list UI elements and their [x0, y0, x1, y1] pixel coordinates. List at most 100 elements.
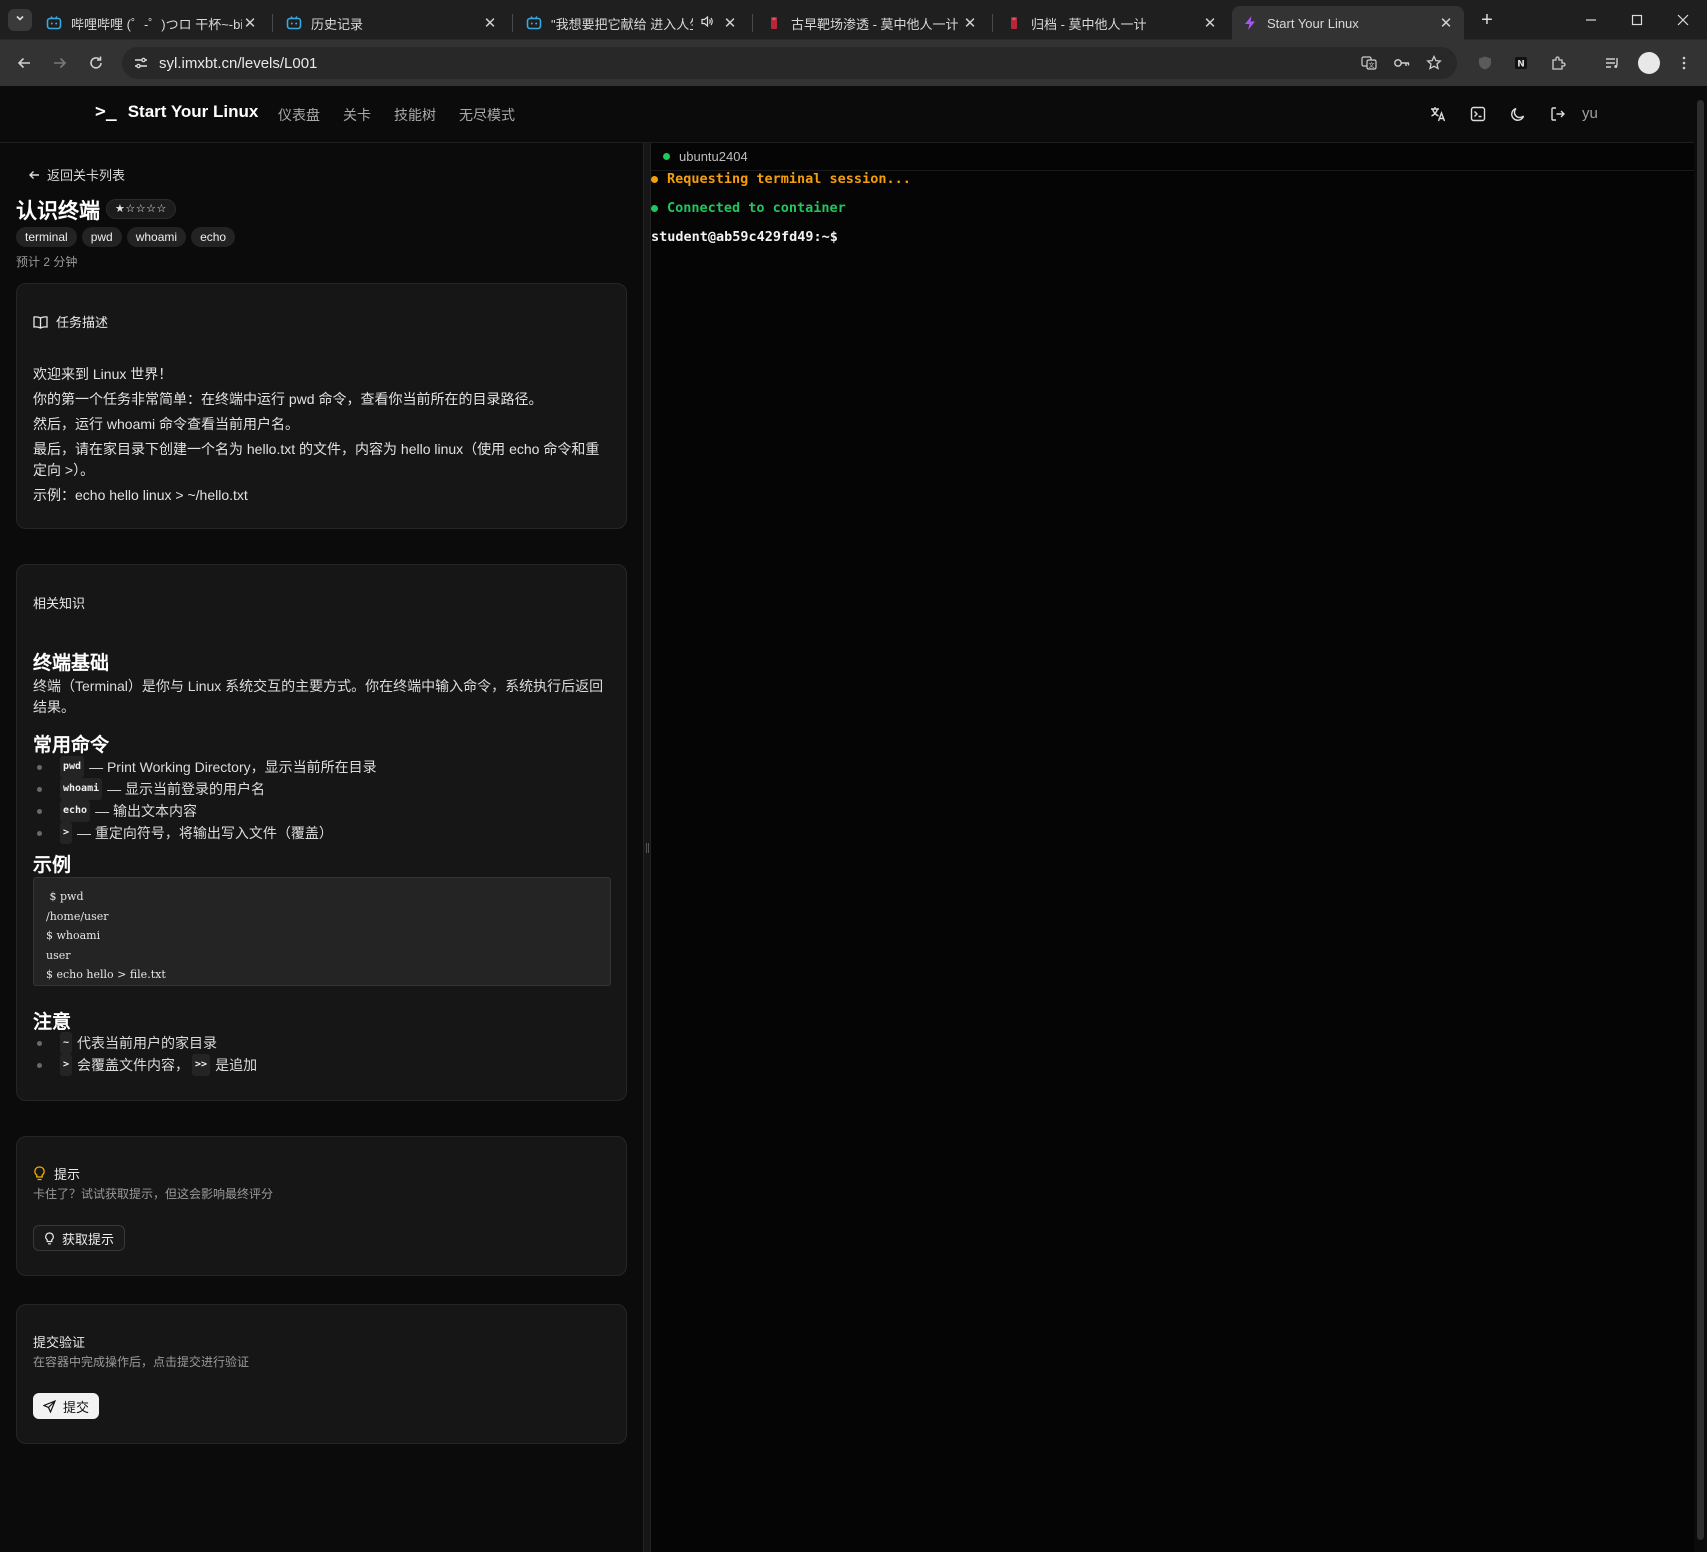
code-line: $ echo hello > file.txt: [46, 968, 166, 981]
new-tab-plus-icon[interactable]: +: [1474, 8, 1500, 34]
minimize-icon[interactable]: [1571, 6, 1611, 34]
tab-separator: [272, 14, 273, 32]
extensions-puzzle-icon[interactable]: [1548, 53, 1568, 73]
kebab-menu-icon[interactable]: [1674, 53, 1694, 73]
list-item: whoami — 显示当前登录的用户名: [37, 778, 377, 800]
browser-tab[interactable]: 哔哩哔哩 (゜-゜)つロ 干杯~-bili ✕: [36, 6, 268, 40]
status-dot-icon: [651, 175, 658, 183]
close-tab-icon[interactable]: ✕: [242, 14, 258, 32]
lightbulb-icon: [34, 1166, 45, 1181]
username[interactable]: yu: [1582, 105, 1598, 122]
page-scrollbar[interactable]: [1694, 86, 1707, 1552]
difficulty-stars: ★☆☆☆☆: [106, 199, 176, 219]
key-icon[interactable]: [1392, 53, 1412, 73]
logout-icon[interactable]: [1549, 105, 1567, 123]
command-list: pwd — Print Working Directory，显示当前所在目录 wh…: [37, 756, 377, 844]
close-window-icon[interactable]: [1663, 6, 1703, 34]
hint-card: 提示 卡住了？试试获取提示，但这会影响最终评分 获取提示: [16, 1136, 627, 1276]
section-text: 终端（Terminal）是你与 Linux 系统交互的主要方式。你在终端中输入命…: [33, 678, 604, 715]
knowledge-heading: 相关知识: [33, 596, 86, 611]
hint-heading-label: 提示: [54, 1167, 81, 1182]
get-hint-button[interactable]: 获取提示: [33, 1225, 126, 1251]
book-open-icon: [33, 315, 48, 329]
level-tags: terminal pwd whoami echo: [16, 227, 240, 247]
task-heading: 任务描述: [33, 312, 108, 331]
submit-button[interactable]: 提交: [33, 1393, 100, 1419]
nav-dashboard[interactable]: 仪表盘: [278, 105, 320, 125]
speaker-icon[interactable]: [701, 15, 714, 31]
url-text[interactable]: syl.imxbt.cn/levels/L001: [159, 55, 317, 72]
code-line: /home/user: [46, 909, 109, 923]
list-item-text: — Print Working Directory，显示当前所在目录: [89, 759, 377, 775]
tab-separator: [512, 14, 513, 32]
tab-title: 归档 - 莫中他人一计: [1031, 16, 1147, 32]
example-code-block: $ pwd /home/user $ whoami user $ echo he…: [33, 877, 611, 986]
list-item-text: 代表当前用户的家目录: [77, 1035, 218, 1051]
svg-text:N: N: [1517, 60, 1525, 70]
task-heading-label: 任务描述: [56, 315, 109, 330]
knowledge-card: 相关知识 终端基础 终端（Terminal）是你与 Linux 系统交互的主要方…: [16, 564, 627, 1101]
bolt-icon: [1242, 15, 1258, 31]
nav-skill-tree[interactable]: 技能树: [394, 105, 436, 125]
tab-title: Start Your Linux: [1267, 15, 1359, 31]
terminal-output-line: Connected to container: [651, 200, 846, 216]
list-item: ~ 代表当前用户的家目录: [37, 1032, 257, 1054]
nav-endless-mode[interactable]: 无尽模式: [459, 105, 515, 125]
extension-shield-icon[interactable]: [1475, 53, 1495, 73]
submit-subtitle: 在容器中完成操作后，点击提交进行验证: [33, 1355, 250, 1369]
inline-code: ~: [60, 1032, 73, 1054]
hint-subtitle: 卡住了？试试获取提示，但这会影响最终评分: [33, 1187, 274, 1201]
app-header: >_ Start Your Linux 仪表盘 关卡 技能树 无尽模式 yu: [0, 86, 1694, 143]
task-line: 最后，请在家目录下创建一个名为 hello.txt 的文件，内容为 hello …: [33, 441, 600, 478]
reload-icon[interactable]: [84, 51, 108, 75]
terminal-window-icon[interactable]: [1469, 105, 1487, 123]
get-hint-label: 获取提示: [62, 1231, 115, 1247]
task-line: 你的第一个任务非常简单：在终端中运行 pwd 命令，查看你当前所在的目录路径。: [33, 391, 543, 407]
nav-levels[interactable]: 关卡: [343, 105, 371, 125]
media-queue-icon[interactable]: [1602, 53, 1622, 73]
close-tab-icon[interactable]: ✕: [962, 14, 978, 32]
address-bar[interactable]: syl.imxbt.cn/levels/L001 文: [122, 47, 1457, 79]
moon-icon[interactable]: [1509, 105, 1527, 123]
inline-code: >: [60, 822, 73, 844]
browser-tab[interactable]: 归档 - 莫中他人一计 ✕: [996, 6, 1228, 40]
bilibili-icon: [526, 15, 542, 31]
tab-search-chevron-icon[interactable]: [8, 9, 32, 31]
container-name: ubuntu2404: [679, 149, 748, 164]
browser-tab[interactable]: 古早靶场渗透 - 莫中他人一计 ✕: [756, 6, 988, 40]
site-settings-icon[interactable]: [130, 52, 152, 74]
inline-code: whoami: [60, 778, 103, 800]
browser-tab[interactable]: 历史记录 ✕: [276, 6, 508, 40]
container-tab[interactable]: ubuntu2404: [663, 149, 748, 164]
terminal-panel[interactable]: ubuntu2404 Requesting terminal session..…: [651, 143, 1694, 1552]
close-tab-icon[interactable]: ✕: [1202, 14, 1218, 32]
submit-label: 提交: [63, 1399, 90, 1415]
list-item: > 会覆盖文件内容， >> 是追加: [37, 1054, 257, 1076]
bilibili-icon: [46, 15, 62, 31]
back-to-levels-link[interactable]: 返回关卡列表: [28, 165, 125, 184]
forward-arrow-icon[interactable]: [48, 51, 72, 75]
browser-tab[interactable]: "我想要把它献给 进入人生新 ✕: [516, 6, 748, 40]
maximize-icon[interactable]: [1617, 6, 1657, 34]
grip-icon: [646, 843, 649, 853]
inline-code: >: [60, 1054, 73, 1076]
bookmark-star-icon[interactable]: [1424, 53, 1444, 73]
terminal-prompt-icon: >_: [95, 101, 117, 122]
profile-avatar[interactable]: [1638, 52, 1660, 74]
scrollbar-thumb[interactable]: [1697, 100, 1704, 1540]
browser-tab-active[interactable]: Start Your Linux ✕: [1232, 6, 1464, 40]
code-line: user: [46, 948, 71, 962]
close-tab-icon[interactable]: ✕: [482, 14, 498, 32]
panel-resize-handle[interactable]: [643, 143, 651, 1552]
tab-title: 历史记录: [311, 16, 364, 32]
language-icon[interactable]: [1429, 105, 1447, 123]
close-tab-icon[interactable]: ✕: [1438, 14, 1454, 32]
main-nav: 仪表盘 关卡 技能树 无尽模式: [278, 105, 538, 125]
brand-logo[interactable]: >_ Start Your Linux: [95, 101, 258, 122]
terminal-prompt[interactable]: student@ab59c429fd49:~$: [651, 229, 838, 245]
translate-icon[interactable]: 文: [1359, 53, 1379, 73]
extension-n-icon[interactable]: N: [1511, 53, 1531, 73]
task-line: 欢迎来到 Linux 世界！: [33, 366, 173, 382]
close-tab-icon[interactable]: ✕: [722, 14, 738, 32]
back-arrow-icon[interactable]: [12, 51, 36, 75]
